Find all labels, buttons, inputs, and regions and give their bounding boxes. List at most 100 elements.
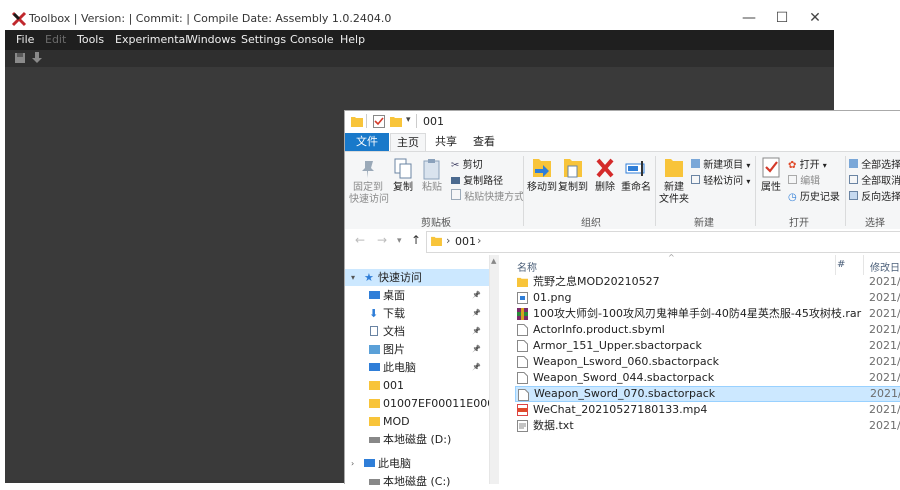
pin-icon[interactable]: 📌 bbox=[472, 359, 481, 376]
rename-button[interactable]: 重命名 bbox=[621, 156, 651, 194]
file-name: 荒野之息MOD20210527 bbox=[533, 275, 660, 288]
pin-quick-access-button[interactable]: 固定到 快速访问 bbox=[349, 158, 389, 206]
breadcrumb-separator[interactable]: › bbox=[477, 234, 481, 247]
column-date-modified[interactable]: 修改日期 bbox=[870, 259, 900, 274]
nav-item[interactable]: 本地磁盘 (D:) bbox=[345, 431, 489, 448]
nav-item[interactable]: MOD bbox=[345, 413, 489, 430]
toolbox-titlebar[interactable]: Toolbox | Version: | Commit: | Compile D… bbox=[5, 7, 834, 31]
select-none-button[interactable]: 全部取消 bbox=[849, 172, 900, 187]
nav-item[interactable]: 图片 📌 bbox=[345, 341, 489, 358]
file-row[interactable]: Armor_151_Upper.sbactorpack 2021/5 bbox=[515, 338, 900, 354]
history-button[interactable]: ◷ 历史记录 bbox=[788, 188, 840, 203]
cut-button[interactable]: ✂ 剪切 bbox=[451, 156, 483, 171]
menu-help[interactable]: Help bbox=[340, 33, 365, 46]
tab-share[interactable]: 共享 bbox=[429, 133, 463, 151]
file-row[interactable]: Weapon_Sword_070.sbactorpack 2021/5 bbox=[515, 386, 900, 402]
copy-to-button[interactable]: 复制到 bbox=[557, 156, 589, 194]
back-arrow-icon[interactable]: ← bbox=[355, 233, 365, 247]
address-bar[interactable]: › 001 › bbox=[426, 231, 900, 253]
edit-button[interactable]: 编辑 bbox=[788, 172, 820, 187]
save-icon[interactable] bbox=[14, 52, 26, 64]
forward-arrow-icon[interactable]: → bbox=[377, 233, 387, 247]
menu-console[interactable]: Console bbox=[290, 33, 334, 46]
nav-item[interactable]: 001 bbox=[345, 377, 489, 394]
delete-button[interactable]: 删除 bbox=[592, 156, 618, 194]
minimize-button[interactable]: — bbox=[732, 7, 766, 30]
menu-settings[interactable]: Settings bbox=[241, 33, 286, 46]
pin-icon[interactable]: 📌 bbox=[472, 305, 481, 322]
file-row[interactable]: WeChat_20210527180133.mp4 2021/5 bbox=[515, 402, 900, 418]
file-row[interactable]: 100攻大师剑-100攻风刃鬼神单手剑-40防4星英杰服-45攻树枝.rar 20… bbox=[515, 306, 900, 322]
close-button[interactable]: ✕ bbox=[798, 7, 832, 30]
properties-check-icon[interactable] bbox=[373, 115, 385, 128]
pin-icon[interactable]: 📌 bbox=[472, 287, 481, 304]
cut-label: 剪切 bbox=[462, 160, 483, 171]
nav-local-c[interactable]: 本地磁盘 (C:) bbox=[345, 473, 489, 490]
open-button[interactable]: ✿ 打开 ▾ bbox=[788, 156, 827, 171]
recent-chevron-icon[interactable]: ▾ bbox=[397, 236, 402, 246]
breadcrumb-001[interactable]: 001 bbox=[455, 235, 476, 248]
tab-view[interactable]: 查看 bbox=[467, 133, 501, 151]
nav-item[interactable]: 此电脑 📌 bbox=[345, 359, 489, 376]
nav-item-label: 001 bbox=[383, 379, 404, 392]
folder-icon bbox=[369, 399, 380, 408]
select-all-button[interactable]: 全部选择 bbox=[849, 156, 900, 171]
easy-access-button[interactable]: 轻松访问 ▾ bbox=[691, 172, 750, 187]
copy-path-button[interactable]: 复制路径 bbox=[451, 172, 503, 187]
navigation-pane: ▾ ★ 快速访问 桌面 📌 ⬇ 下载 📌 文档 📌 图片 📌 此电脑 📌 001 01007EF0001… bbox=[345, 255, 494, 488]
file-date: 2021/5 bbox=[869, 339, 900, 352]
menu-windows[interactable]: Windows bbox=[187, 33, 236, 46]
invert-selection-button[interactable]: 反向选择 bbox=[849, 188, 900, 203]
pin-icon[interactable]: 📌 bbox=[472, 323, 481, 340]
pin-icon[interactable]: 📌 bbox=[472, 341, 481, 358]
menu-experimental[interactable]: Experimental bbox=[115, 33, 188, 46]
tab-home[interactable]: 主页 bbox=[390, 133, 426, 152]
file-list: ^ 名称 # 修改日期 荒野之息MOD20210527 2021/5 01.png 2… bbox=[505, 253, 900, 484]
tab-file[interactable]: 文件 bbox=[345, 133, 389, 151]
scroll-up-icon[interactable]: ▲ bbox=[491, 257, 496, 265]
nav-item[interactable]: 文档 📌 bbox=[345, 323, 489, 340]
copy-button[interactable]: 复制 bbox=[390, 158, 416, 194]
nav-quick-access[interactable]: ▾ ★ 快速访问 bbox=[345, 269, 489, 286]
up-arrow-icon[interactable]: ↑ bbox=[411, 233, 421, 247]
file-row[interactable]: 荒野之息MOD20210527 2021/5 bbox=[515, 274, 900, 290]
nav-item[interactable]: ⬇ 下载 📌 bbox=[345, 305, 489, 322]
collapse-chevron-icon[interactable]: ▾ bbox=[351, 269, 355, 286]
menu-tools[interactable]: Tools bbox=[77, 33, 104, 46]
folder-icon bbox=[351, 117, 363, 127]
paste-shortcut-button[interactable]: 粘贴快捷方式 bbox=[451, 188, 524, 203]
expand-chevron-icon[interactable]: › bbox=[351, 455, 354, 472]
menu-edit[interactable]: Edit bbox=[45, 33, 66, 46]
file-name: 数据.txt bbox=[533, 419, 574, 432]
nav-item[interactable]: 桌面 📌 bbox=[345, 287, 489, 304]
explorer-titlebar[interactable]: ▾ 001 bbox=[345, 111, 900, 133]
file-row[interactable]: Weapon_Sword_044.sbactorpack 2021/5 bbox=[515, 370, 900, 386]
nav-scrollbar[interactable]: ▲ bbox=[489, 255, 499, 484]
file-row[interactable]: Weapon_Lsword_060.sbactorpack 2021/5 bbox=[515, 354, 900, 370]
customize-qat-icon[interactable]: ▾ bbox=[406, 115, 411, 125]
file-row[interactable]: 01.png 2021/5 bbox=[515, 290, 900, 306]
column-hash[interactable]: # bbox=[837, 259, 845, 270]
file-name: 01.png bbox=[533, 291, 572, 304]
file-name: Armor_151_Upper.sbactorpack bbox=[533, 339, 702, 352]
new-folder-icon[interactable] bbox=[390, 116, 402, 127]
nav-item[interactable]: 01007EF00011E000 bbox=[345, 395, 494, 412]
file-row[interactable]: ActorInfo.product.sbyml 2021/5 bbox=[515, 322, 900, 338]
column-name[interactable]: 名称 bbox=[517, 259, 537, 274]
new-item-button[interactable]: 新建项目 ▾ bbox=[691, 156, 750, 171]
move-to-button[interactable]: 移动到 bbox=[527, 156, 557, 194]
nav-this-pc[interactable]: › 此电脑 bbox=[345, 455, 489, 472]
toolbox-menubar: File Edit Tools Experimental Windows Set… bbox=[5, 30, 834, 50]
properties-button[interactable]: 属性 bbox=[757, 156, 785, 194]
new-folder-button[interactable]: 新建 文件夹 bbox=[659, 156, 689, 206]
folder-icon bbox=[369, 381, 380, 390]
paste-button[interactable]: 粘贴 bbox=[419, 158, 445, 194]
file-date: 2021/5 bbox=[870, 387, 900, 400]
menu-file[interactable]: File bbox=[16, 33, 34, 46]
download-icon[interactable] bbox=[31, 52, 43, 64]
file-row[interactable]: 数据.txt 2021/5 bbox=[515, 418, 900, 434]
nav-item-label: 图片 bbox=[383, 343, 405, 356]
edit-icon bbox=[788, 175, 797, 184]
history-label: 历史记录 bbox=[799, 192, 840, 203]
maximize-button[interactable]: ☐ bbox=[765, 7, 799, 30]
